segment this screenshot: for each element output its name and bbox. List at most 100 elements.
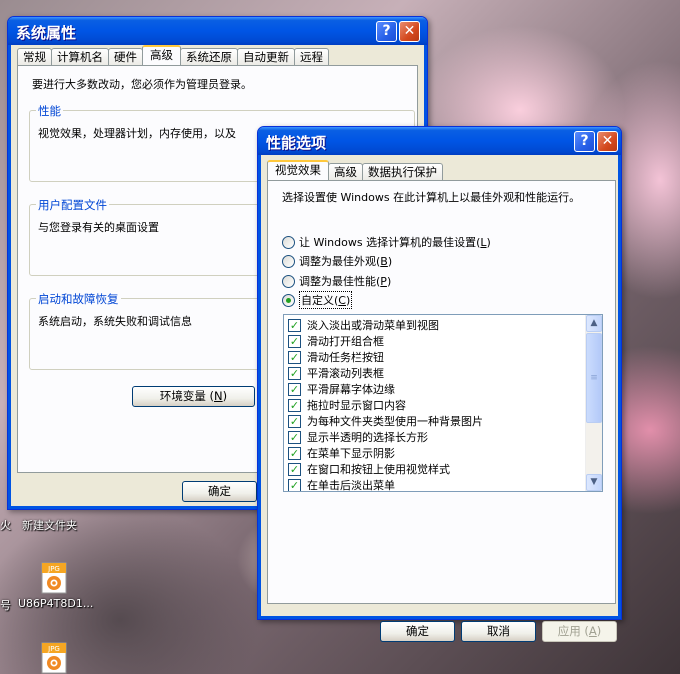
tab-general[interactable]: 常规 xyxy=(17,48,52,65)
tab-perf-advanced[interactable]: 高级 xyxy=(328,163,363,180)
checkbox-checked-icon[interactable]: ✓ xyxy=(288,414,301,428)
radio-custom[interactable]: 自定义(C) xyxy=(282,291,353,309)
desktop-label-fire: 火 xyxy=(0,519,11,532)
tab-visual-effects[interactable]: 视觉效果 xyxy=(267,160,329,180)
radio-custom-key: C xyxy=(338,294,346,307)
startup-recovery-group-title: 启动和故障恢复 xyxy=(36,291,121,307)
user-profiles-description: 与您登录有关的桌面设置 xyxy=(38,221,159,234)
radio-best-performance-dot[interactable] xyxy=(282,274,295,288)
checkbox-checked-icon[interactable]: ✓ xyxy=(288,430,301,444)
perf-ok-button[interactable]: 确定 xyxy=(380,621,455,642)
visual-effect-item[interactable]: ✓ 平滑屏幕字体边缘 xyxy=(284,381,602,397)
desktop-label-number: 号 xyxy=(0,599,11,612)
system-properties-ok-button[interactable]: 确定 xyxy=(182,481,257,502)
performance-description: 视觉效果，处理器计划，内存使用，以及 xyxy=(38,127,236,140)
tab-remote[interactable]: 远程 xyxy=(294,48,329,65)
radio-best-performance-label: 调整为最佳性能 xyxy=(299,275,376,288)
perf-apply-button[interactable]: 应用 (A) xyxy=(542,621,617,642)
startup-recovery-description: 系统启动，系统失败和调试信息 xyxy=(38,315,192,328)
checkbox-checked-icon[interactable]: ✓ xyxy=(288,398,301,412)
system-properties-title: 系统属性 xyxy=(16,24,77,42)
checkbox-checked-icon[interactable]: ✓ xyxy=(288,478,301,491)
perf-apply-key: A xyxy=(588,624,597,638)
visual-effects-scrollbar[interactable]: ▲ ≡ ▼ xyxy=(585,315,602,491)
visual-effect-item[interactable]: ✓ 淡入淡出或滑动菜单到视图 xyxy=(284,317,602,333)
visual-effect-item[interactable]: ✓ 滑动任务栏按钮 xyxy=(284,349,602,365)
visual-effect-item[interactable]: ✓ 在菜单下显示阴影 xyxy=(284,445,602,461)
radio-custom-label: 自定义 xyxy=(301,294,334,307)
tab-advanced[interactable]: 高级 xyxy=(142,45,181,65)
radio-let-windows-choose[interactable]: 让 Windows 选择计算机的最佳设置 (L) xyxy=(282,234,491,250)
perf-apply-label: 应用 xyxy=(557,624,581,638)
checkbox-checked-icon[interactable]: ✓ xyxy=(288,366,301,380)
visual-effect-label: 滑动任务栏按钮 xyxy=(307,351,384,364)
radio-best-appearance-key: B xyxy=(380,254,388,268)
scroll-down-arrow-icon[interactable]: ▼ xyxy=(586,474,602,491)
visual-effect-label: 在菜单下显示阴影 xyxy=(307,447,395,460)
tab-computer-name[interactable]: 计算机名 xyxy=(51,48,109,65)
radio-best-performance-key: P xyxy=(380,274,387,288)
tab-system-restore[interactable]: 系统还原 xyxy=(180,48,238,65)
visual-effects-intro: 选择设置使 Windows 在此计算机上以最佳外观和性能运行。 xyxy=(282,191,581,204)
scroll-up-arrow-icon[interactable]: ▲ xyxy=(586,315,602,332)
visual-effect-item[interactable]: ✓ 在单击后淡出菜单 xyxy=(284,477,602,492)
environment-variables-label: 环境变量 xyxy=(159,389,206,403)
radio-best-performance[interactable]: 调整为最佳性能 (P) xyxy=(282,273,391,289)
radio-let-windows-choose-key: L xyxy=(480,235,487,249)
visual-effects-items: ✓ 淡入淡出或滑动菜单到视图 ✓ 滑动打开组合框 ✓ 滑动任务栏按钮 ✓ 平滑滚动列表框 ✓ 平滑… xyxy=(284,315,602,492)
visual-effect-label: 平滑滚动列表框 xyxy=(307,367,384,380)
desktop-icon-jpg-label[interactable]: U86P4T8D1... xyxy=(18,597,93,610)
admin-note: 要进行大多数改动，您必须作为管理员登录。 xyxy=(32,78,252,91)
radio-let-windows-choose-dot[interactable] xyxy=(282,235,295,249)
visual-effect-label: 淡入淡出或滑动菜单到视图 xyxy=(307,319,439,332)
checkbox-checked-icon[interactable]: ✓ xyxy=(288,334,301,348)
performance-options-title: 性能选项 xyxy=(266,134,327,152)
visual-effect-label: 拖拉时显示窗口内容 xyxy=(307,399,406,412)
user-profiles-group-title: 用户配置文件 xyxy=(36,197,109,213)
checkbox-checked-icon[interactable]: ✓ xyxy=(288,382,301,396)
perf-close-button[interactable]: ✕ xyxy=(597,131,618,152)
visual-effect-item[interactable]: ✓ 在窗口和按钮上使用视觉样式 xyxy=(284,461,602,477)
checkbox-checked-icon[interactable]: ✓ xyxy=(288,350,301,364)
tab-hardware[interactable]: 硬件 xyxy=(108,48,143,65)
perf-cancel-button[interactable]: 取消 xyxy=(461,621,536,642)
radio-best-appearance-dot[interactable] xyxy=(282,254,295,268)
jpg-file-icon-2[interactable]: JPG xyxy=(38,642,70,674)
performance-options-tabs: 视觉效果 高级 数据执行保护 xyxy=(267,160,443,180)
visual-effect-label: 平滑屏幕字体边缘 xyxy=(307,383,395,396)
environment-variables-button[interactable]: 环境变量 (N) xyxy=(132,386,255,407)
radio-custom-focus: 自定义(C) xyxy=(299,291,353,309)
checkbox-checked-icon[interactable]: ✓ xyxy=(288,446,301,460)
radio-let-windows-choose-label: 让 Windows 选择计算机的最佳设置 xyxy=(299,236,477,249)
visual-effect-label: 在窗口和按钮上使用视觉样式 xyxy=(307,463,450,476)
performance-options-titlebar[interactable]: 性能选项 xyxy=(258,127,621,155)
performance-options-window: 性能选项 ? ✕ 视觉效果 高级 数据执行保护 选择设置使 Windows 在此… xyxy=(257,126,622,642)
visual-effects-list[interactable]: ✓ 淡入淡出或滑动菜单到视图 ✓ 滑动打开组合框 ✓ 滑动任务栏按钮 ✓ 平滑滚动列表框 ✓ 平滑… xyxy=(283,314,603,492)
visual-effect-item[interactable]: ✓ 平滑滚动列表框 xyxy=(284,365,602,381)
scroll-thumb[interactable]: ≡ xyxy=(586,333,602,423)
visual-effect-label: 为每种文件夹类型使用一种背景图片 xyxy=(307,415,483,428)
checkbox-checked-icon[interactable]: ✓ xyxy=(288,462,301,476)
visual-effect-item[interactable]: ✓ 显示半透明的选择长方形 xyxy=(284,429,602,445)
checkbox-checked-icon[interactable]: ✓ xyxy=(288,318,301,332)
tab-automatic-updates[interactable]: 自动更新 xyxy=(237,48,295,65)
visual-effect-label: 在单击后淡出菜单 xyxy=(307,479,395,492)
tab-dep[interactable]: 数据执行保护 xyxy=(362,163,443,180)
help-button[interactable]: ? xyxy=(376,21,397,42)
perf-help-button[interactable]: ? xyxy=(574,131,595,152)
performance-options-client: 视觉效果 高级 数据执行保护 选择设置使 Windows 在此计算机上以最佳外观… xyxy=(261,155,618,642)
system-properties-titlebar[interactable]: 系统属性 xyxy=(8,17,427,45)
visual-effect-item[interactable]: ✓ 滑动打开组合框 xyxy=(284,333,602,349)
visual-effect-item[interactable]: ✓ 为每种文件夹类型使用一种背景图片 xyxy=(284,413,602,429)
system-properties-tabs: 常规 计算机名 硬件 高级 系统还原 自动更新 远程 xyxy=(17,45,329,65)
close-button[interactable]: ✕ xyxy=(399,21,420,42)
visual-effects-panel: 选择设置使 Windows 在此计算机上以最佳外观和性能运行。 让 Window… xyxy=(267,180,616,604)
desktop-icon-new-folder-label[interactable]: 新建文件夹 xyxy=(22,517,77,533)
jpg-badge: JPG xyxy=(47,565,60,573)
visual-effect-item[interactable]: ✓ 拖拉时显示窗口内容 xyxy=(284,397,602,413)
jpg-file-icon[interactable]: JPG xyxy=(38,562,70,594)
radio-custom-dot[interactable] xyxy=(282,293,295,307)
jpg-badge-2: JPG xyxy=(47,645,60,653)
radio-best-appearance[interactable]: 调整为最佳外观 (B) xyxy=(282,253,392,269)
visual-effect-label: 显示半透明的选择长方形 xyxy=(307,431,428,444)
